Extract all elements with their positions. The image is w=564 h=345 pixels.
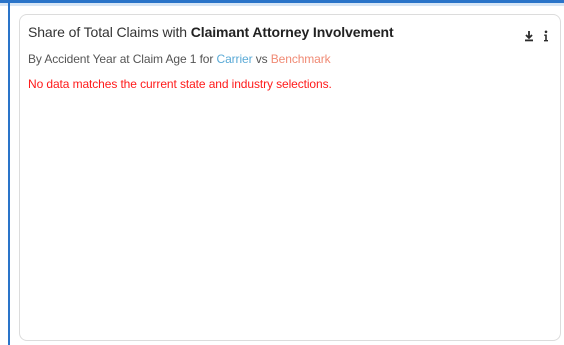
card-title: Share of Total Claims with Claimant Atto… [28,24,394,40]
card-title-emphasis: Claimant Attorney Involvement [190,24,394,40]
no-data-message: No data matches the current state and in… [28,77,332,91]
left-accent-bar [8,3,10,345]
subtitle-prefix: By Accident Year at Claim Age 1 for [28,52,217,66]
subtitle-vs: vs [252,52,271,66]
info-icon[interactable] [541,29,551,43]
card-title-prefix: Share of Total Claims with [28,24,191,40]
card-toolbar [524,29,551,43]
chart-card: Share of Total Claims with Claimant Atto… [19,14,561,341]
download-icon[interactable] [524,29,534,43]
top-accent-shadow [0,3,564,6]
subtitle-carrier: Carrier [216,52,253,66]
card-subtitle: By Accident Year at Claim Age 1 for Carr… [28,52,331,66]
page: Share of Total Claims with Claimant Atto… [0,0,564,345]
subtitle-benchmark: Benchmark [270,52,331,66]
